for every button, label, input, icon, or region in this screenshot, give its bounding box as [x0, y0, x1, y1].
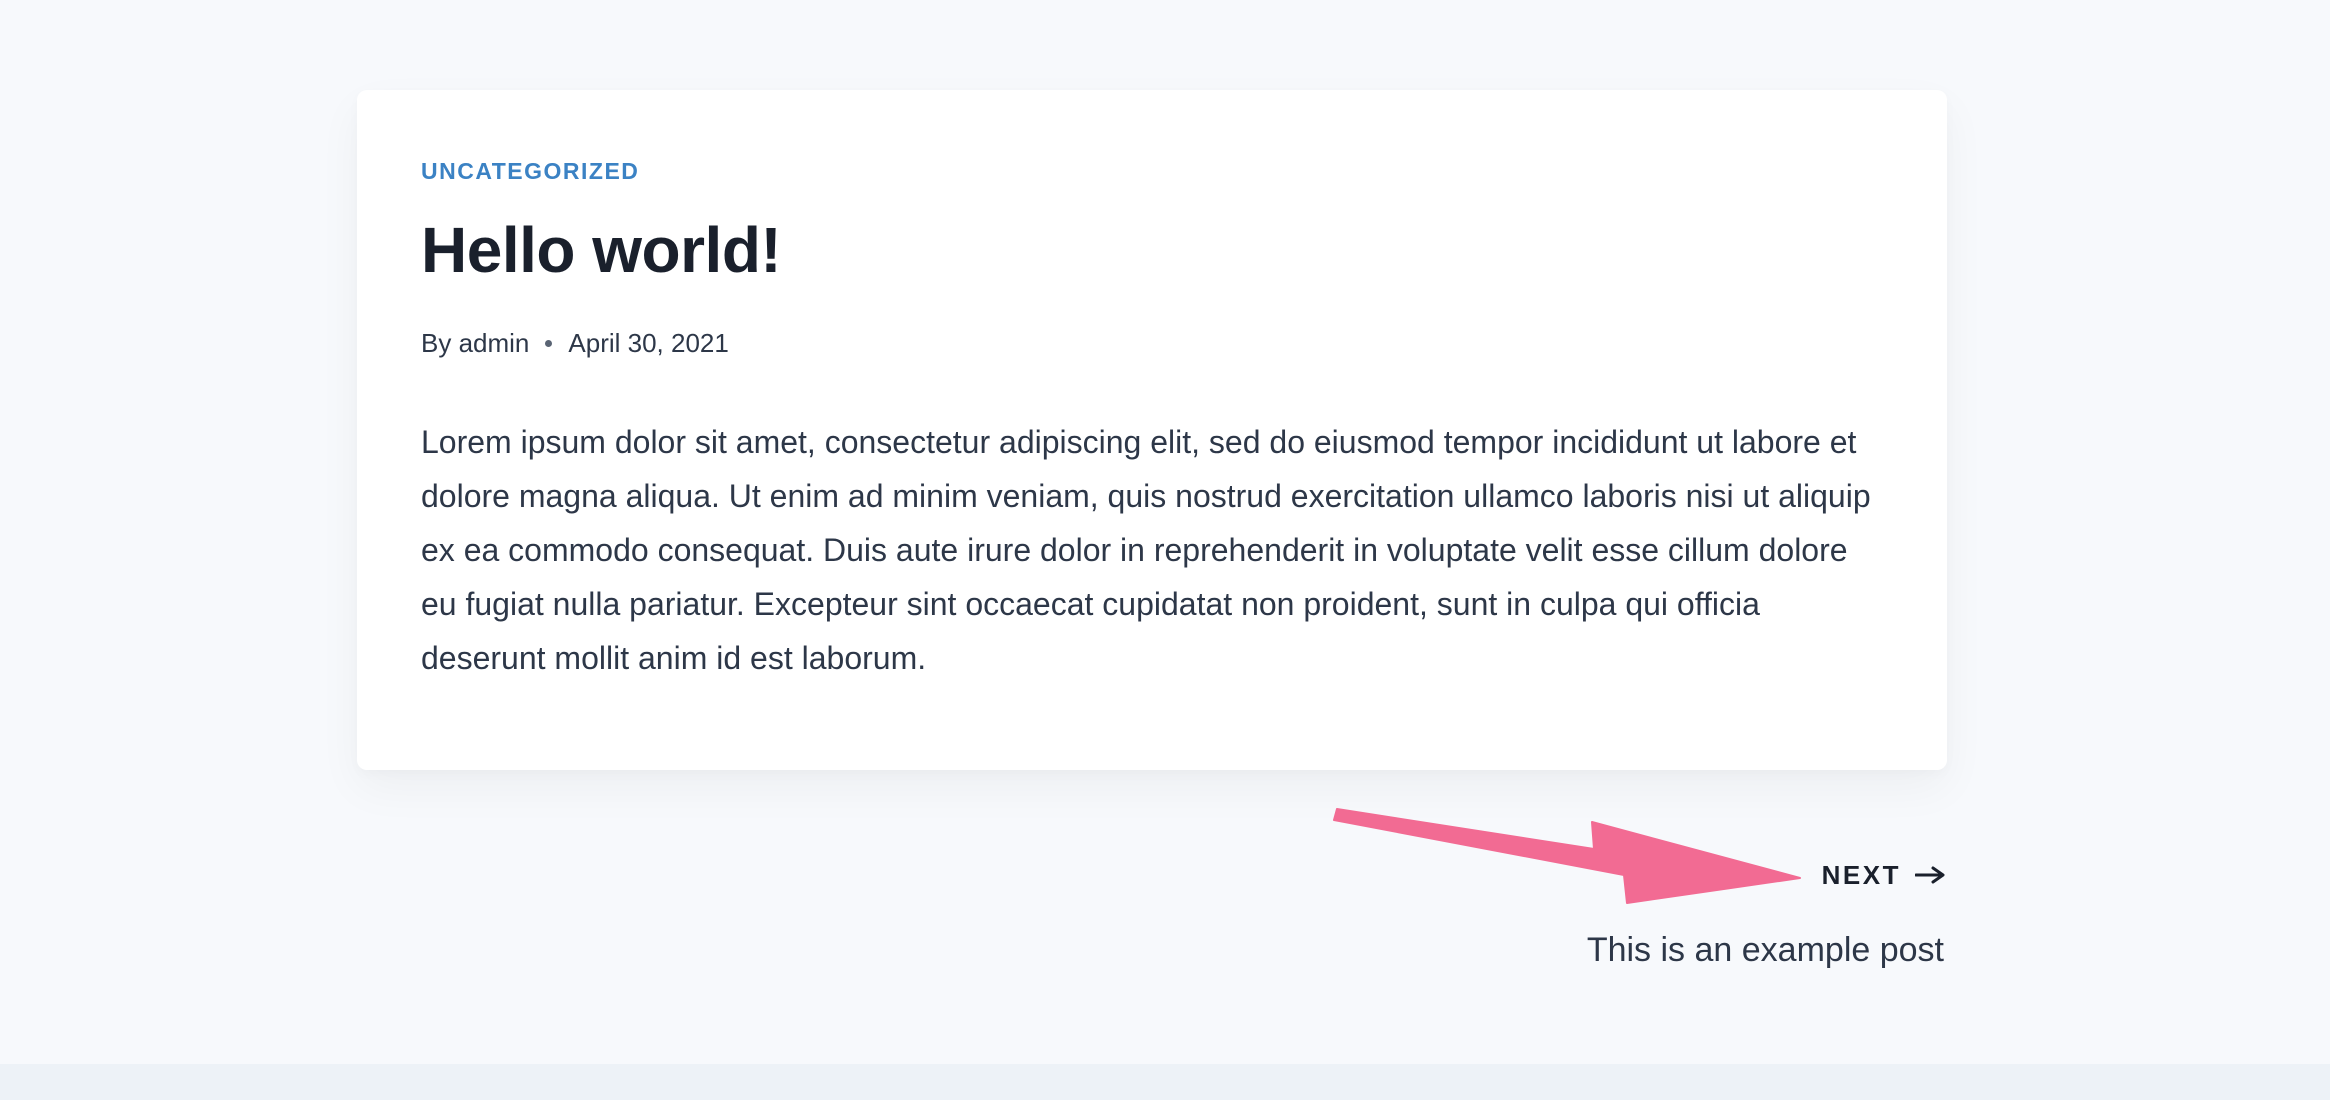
post-card: UNCATEGORIZED Hello world! By admin Apri…: [357, 90, 1947, 770]
next-post-link[interactable]: NEXT: [1822, 862, 1945, 888]
pink-arrow-icon: [1333, 808, 1801, 904]
post-date[interactable]: April 30, 2021: [568, 328, 728, 359]
post-excerpt: Lorem ipsum dolor sit amet, consectetur …: [421, 423, 1871, 676]
post-meta: By admin April 30, 2021: [421, 328, 1883, 359]
site-footer: [0, 1064, 2330, 1100]
next-label: NEXT: [1821, 860, 1901, 890]
post-author[interactable]: By admin: [421, 328, 529, 359]
meta-separator-dot: [545, 339, 553, 347]
next-post-title[interactable]: This is an example post: [1587, 930, 1944, 971]
arrow-right-icon: [1915, 866, 1945, 884]
post-title[interactable]: Hello world!: [421, 214, 1883, 288]
category-link[interactable]: UNCATEGORIZED: [421, 160, 639, 183]
